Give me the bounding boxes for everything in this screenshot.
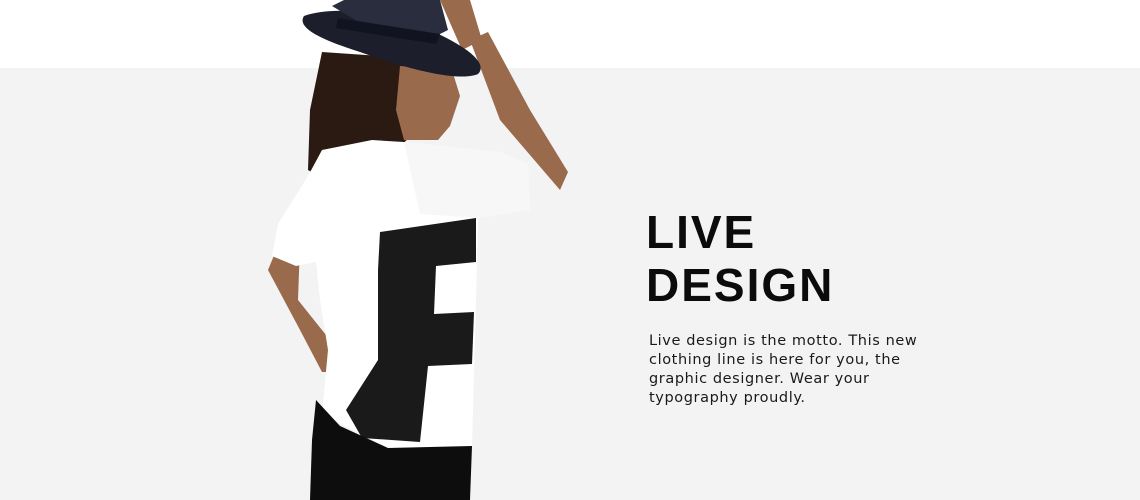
headline-line-1: LIVE — [646, 206, 757, 258]
hero-background-band — [0, 68, 1140, 500]
hero-copy: LIVE DESIGN Live design is the motto. Th… — [646, 206, 946, 408]
hero-section: LIVE DESIGN Live design is the motto. Th… — [0, 0, 1140, 500]
hero-headline: LIVE DESIGN — [646, 206, 946, 312]
headline-line-2: DESIGN — [646, 259, 835, 311]
hero-body-text: Live design is the motto. This new cloth… — [649, 333, 918, 406]
model-hat-brim — [302, 10, 481, 77]
model-hat-crown — [332, 0, 448, 40]
